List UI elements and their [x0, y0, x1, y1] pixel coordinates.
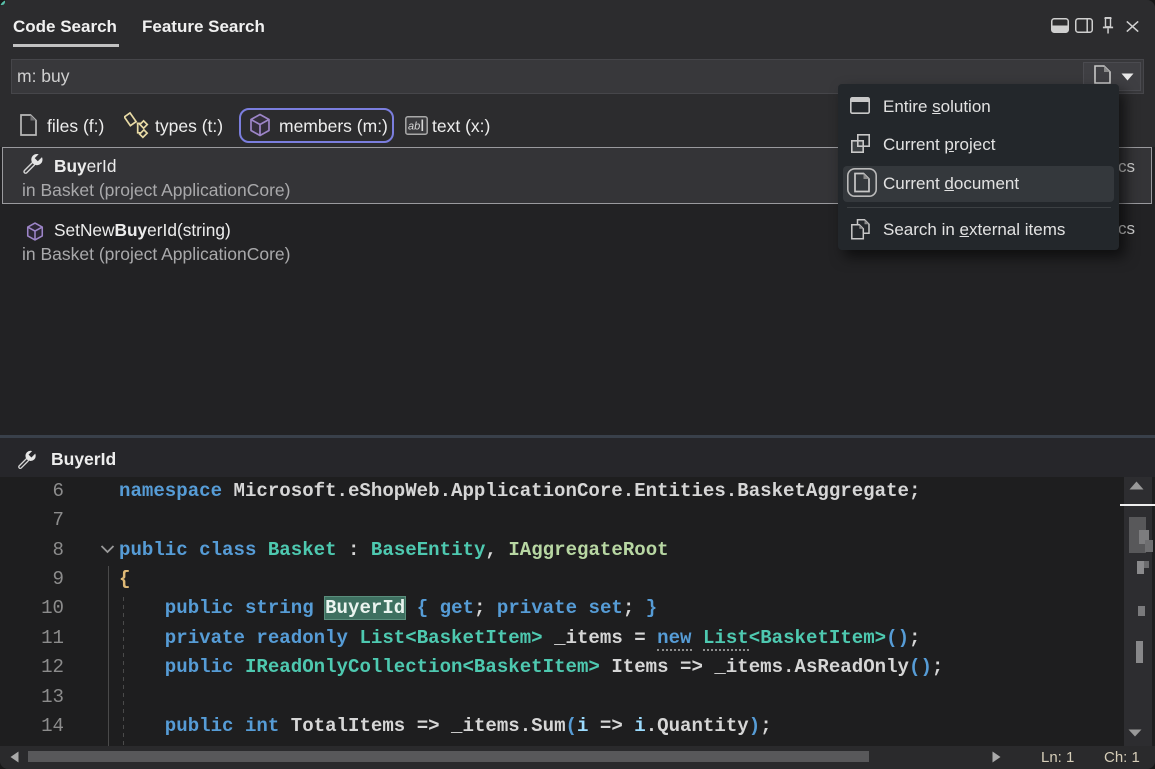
svg-text:ab: ab	[408, 121, 420, 133]
